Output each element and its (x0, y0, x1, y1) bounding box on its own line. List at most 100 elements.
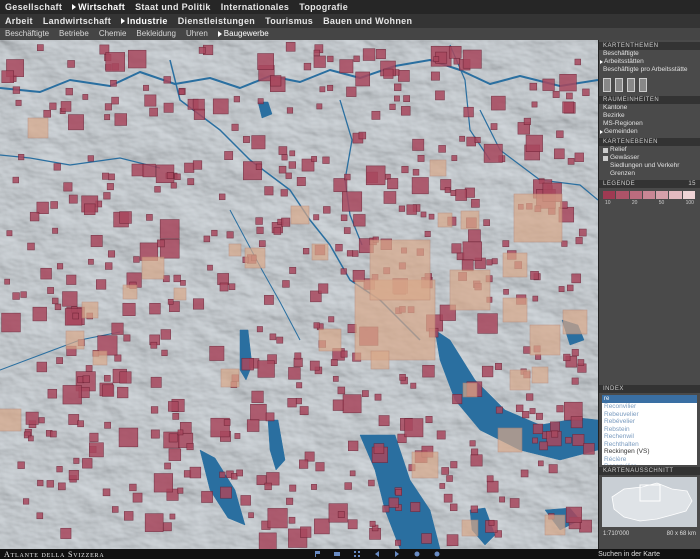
nav3-item-2[interactable]: Chemie (94, 28, 132, 40)
municipality-symbol (425, 416, 433, 423)
nav3-item-0[interactable]: Beschäftigte (0, 28, 54, 40)
overview-map[interactable] (602, 477, 697, 527)
raumeinheiten-item-0[interactable]: Kantone (599, 104, 700, 112)
municipality-symbol (486, 259, 493, 266)
municipality-symbol (47, 287, 54, 294)
theme-icon-3[interactable] (627, 78, 635, 92)
index-item[interactable]: Rebstein (602, 426, 697, 434)
theme-icon-1[interactable] (603, 78, 611, 92)
municipality-symbol (337, 386, 346, 395)
municipality-symbol-large (544, 514, 566, 536)
nav1-item-3[interactable]: Internationales (216, 1, 295, 13)
nav2-item-0[interactable]: Arbeit (0, 15, 38, 27)
nav1-item-4[interactable]: Topografie (294, 1, 353, 13)
municipality-symbol (453, 57, 461, 65)
nav1-item-1[interactable]: Wirtschaft (67, 1, 130, 13)
municipality-symbol (243, 136, 250, 143)
overview-map-svg (611, 482, 693, 522)
question-icon[interactable] (414, 551, 420, 557)
municipality-symbol (90, 235, 103, 247)
nav2-item-3[interactable]: Dienstleistungen (173, 15, 260, 27)
flag-icon[interactable] (314, 551, 321, 557)
nav-level-1: Gesellschaft Wirtschaft Staat und Politik I… (0, 0, 700, 14)
kartenthemen-item-2[interactable]: Beschäftigte pro Arbeitsstätte (599, 66, 700, 74)
index-item[interactable]: Rechenwil (602, 433, 697, 441)
municipality-symbol (251, 390, 264, 403)
index-item[interactable]: Reconvilier (602, 463, 697, 465)
municipality-symbol (1, 70, 15, 83)
municipality-symbol (347, 519, 358, 530)
municipality-symbol-large (122, 284, 138, 300)
nav3-item-3[interactable]: Bekleidung (131, 28, 181, 40)
back-arrow-icon[interactable] (374, 551, 380, 557)
map-canvas[interactable] (0, 40, 598, 549)
municipality-symbol (255, 217, 263, 225)
info-icon[interactable] (434, 551, 440, 557)
municipality-symbol (174, 173, 181, 180)
index-item[interactable]: Rechthalten (602, 441, 697, 449)
kartenebenen-item-2[interactable]: Siedlungen und Verkehr (599, 162, 700, 170)
index-list[interactable]: re Reconvilier Rebeuvelier Rebévelier Rebst… (602, 395, 697, 465)
municipality-symbol (351, 250, 359, 257)
municipality-symbol (177, 487, 184, 494)
print-icon[interactable] (334, 551, 341, 557)
municipality-symbol (150, 376, 162, 388)
nav1-item-0[interactable]: Gesellschaft (0, 1, 67, 13)
municipality-symbol (346, 250, 354, 257)
municipality-symbol (104, 114, 111, 121)
kartenebenen-item-1[interactable]: Gewässer (599, 154, 700, 162)
index-item[interactable]: Reconvilier (602, 403, 697, 411)
municipality-symbol (58, 482, 66, 491)
municipality-symbol (462, 241, 482, 261)
municipality-symbol (327, 55, 334, 63)
kartenebenen-item-3[interactable]: Grenzen (599, 170, 700, 178)
kartenebenen-item-0[interactable]: Relief (599, 146, 700, 154)
municipality-symbol (449, 503, 458, 512)
municipality-symbol-large (65, 330, 85, 350)
municipality-symbol (68, 194, 78, 204)
nav3-item-1[interactable]: Betriebe (54, 28, 94, 40)
grid-icon[interactable] (354, 551, 361, 557)
municipality-symbol (129, 483, 137, 492)
checkbox-checked-icon[interactable] (603, 147, 608, 153)
index-search-input[interactable]: re (602, 395, 697, 403)
nav2-item-4[interactable]: Tourismus (260, 15, 318, 27)
theme-icon-2[interactable] (615, 78, 623, 92)
municipality-symbol (52, 297, 59, 305)
municipality-symbol (60, 101, 72, 112)
municipality-symbol (349, 470, 356, 477)
overview-country-shape (611, 482, 693, 522)
municipality-symbol-large (461, 519, 479, 537)
checkbox-checked-icon[interactable] (603, 155, 608, 161)
theme-icon-4[interactable] (639, 78, 647, 92)
municipality-symbol (144, 513, 164, 532)
municipality-symbol (556, 405, 564, 413)
nav1-item-2[interactable]: Staat und Politik (130, 1, 216, 13)
index-item[interactable]: Rebeuvelier (602, 411, 697, 419)
map-svg[interactable] (0, 40, 598, 549)
nav3-item-4[interactable]: Uhren (181, 28, 213, 40)
nav3-item-5[interactable]: Baugewerbe (213, 28, 274, 40)
kartenthemen-item-0[interactable]: Beschäftigte (599, 50, 700, 58)
nav2-item-2[interactable]: Industrie (116, 15, 173, 27)
raumeinheiten-item-2[interactable]: MS-Regionen (599, 120, 700, 128)
forward-arrow-icon[interactable] (394, 551, 400, 557)
municipality-symbol (571, 377, 579, 385)
search-in-map-label[interactable]: Suchen in der Karte (598, 551, 660, 558)
kartenthemen-item-1[interactable]: Arbeitsstätten (599, 58, 700, 66)
nav2-item-5[interactable]: Bauen und Wohnen (318, 15, 417, 27)
raumeinheiten-item-1[interactable]: Bezirke (599, 112, 700, 120)
municipality-symbol (444, 187, 451, 193)
municipality-symbol (562, 101, 575, 114)
index-item[interactable]: Réclère (602, 456, 697, 464)
municipality-symbol (72, 312, 79, 320)
municipality-symbol (203, 235, 211, 243)
municipality-symbol-large (529, 324, 561, 356)
index-item[interactable]: Rebévelier (602, 418, 697, 426)
index-item[interactable]: Reckingen (VS) (602, 448, 697, 456)
municipality-symbol (56, 466, 63, 473)
nav2-item-1[interactable]: Landwirtschaft (38, 15, 116, 27)
municipality-symbol (535, 412, 543, 420)
municipality-symbol (316, 103, 323, 110)
raumeinheiten-item-3[interactable]: Gemeinden (599, 128, 700, 136)
